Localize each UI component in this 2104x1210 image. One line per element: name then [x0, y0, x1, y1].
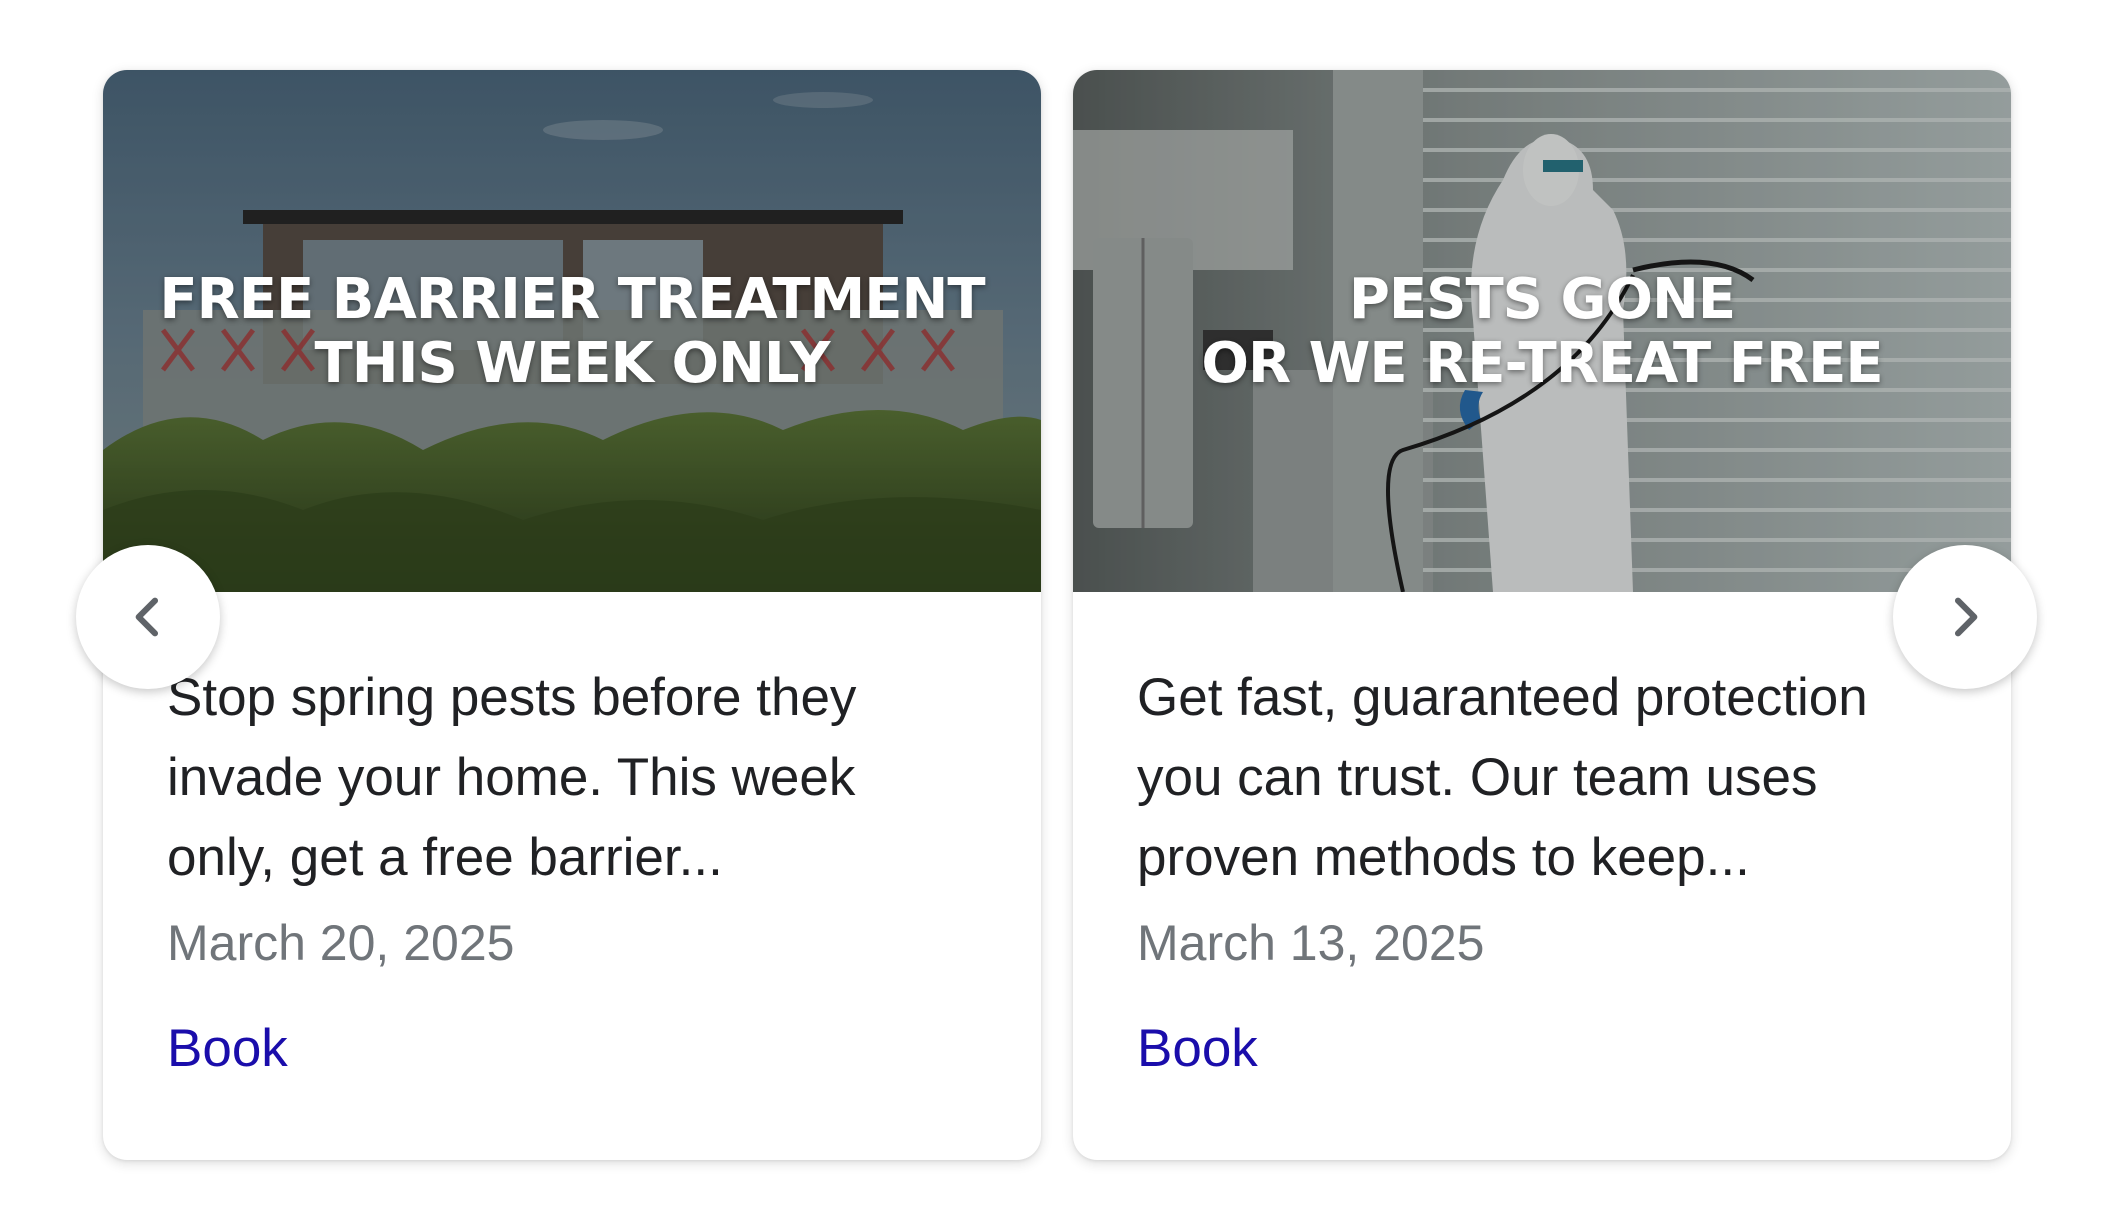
chevron-right-icon: [1954, 597, 1978, 637]
post-description: Get fast, guaranteed protection you can …: [1137, 668, 1868, 887]
headline-line: OR WE RE-TREAT FREE: [1201, 331, 1883, 396]
headline-line: FREE BARRIER TREATMENT: [159, 267, 985, 332]
next-button[interactable]: [1893, 545, 2037, 689]
book-button[interactable]: Book: [1137, 1014, 1258, 1084]
post-carousel: FREE BARRIER TREATMENT THIS WEEK ONLY St…: [0, 0, 2104, 1210]
post-card[interactable]: FREE BARRIER TREATMENT THIS WEEK ONLY St…: [103, 70, 1041, 1160]
post-card[interactable]: PESTS GONE OR WE RE-TREAT FREE Get fast,…: [1073, 70, 2011, 1160]
post-image[interactable]: FREE BARRIER TREATMENT THIS WEEK ONLY: [103, 70, 1041, 592]
post-date: March 20, 2025: [167, 915, 515, 971]
chevron-left-icon: [135, 597, 159, 637]
post-image[interactable]: PESTS GONE OR WE RE-TREAT FREE: [1073, 70, 2011, 592]
headline-line: THIS WEEK ONLY: [314, 331, 831, 396]
previous-button[interactable]: [76, 545, 220, 689]
post-date: March 13, 2025: [1137, 915, 1485, 971]
headline-line: PESTS GONE: [1348, 267, 1736, 332]
promo-headline: PESTS GONE OR WE RE-TREAT FREE: [1073, 268, 2011, 396]
post-description: Stop spring pests before they invade you…: [167, 668, 857, 887]
promo-headline: FREE BARRIER TREATMENT THIS WEEK ONLY: [103, 268, 1041, 396]
book-button[interactable]: Book: [167, 1014, 288, 1084]
